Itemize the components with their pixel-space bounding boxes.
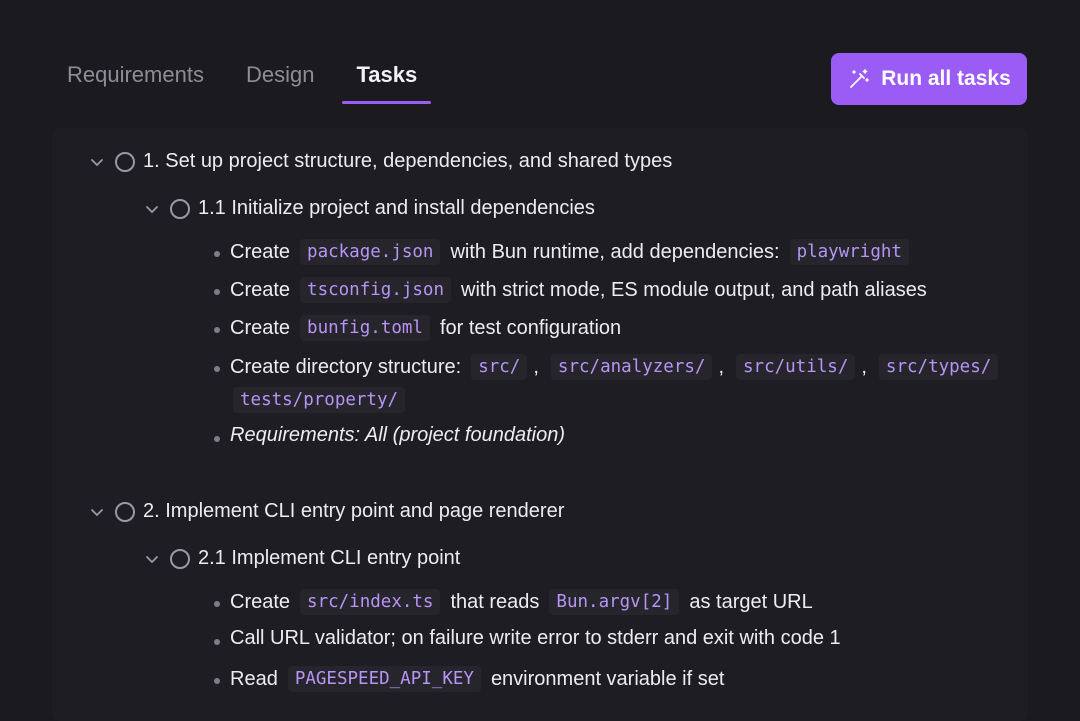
item-text: for test configuration bbox=[439, 316, 622, 339]
subtask-1-1-label: 1.1 Initialize project and install depen… bbox=[198, 197, 595, 219]
bullet-icon bbox=[214, 436, 220, 442]
bullet-icon bbox=[214, 251, 220, 257]
item-text: as target URL bbox=[689, 590, 813, 613]
tab-tasks[interactable]: Tasks bbox=[342, 62, 431, 104]
inline-code: src/utils/ bbox=[736, 354, 856, 380]
tab-requirements[interactable]: Requirements bbox=[67, 62, 204, 104]
tab-design[interactable]: Design bbox=[246, 62, 314, 104]
item-text: Create bbox=[230, 278, 291, 301]
item-text: Call URL validator; on failure write err… bbox=[230, 627, 841, 649]
item-text: with strict mode, ES module output, and … bbox=[461, 278, 927, 301]
chevron-down-icon[interactable] bbox=[144, 201, 160, 217]
item-text: Create bbox=[230, 240, 291, 263]
item-text: that reads bbox=[450, 590, 540, 613]
list-item: Create directory structure: src/ , src/a… bbox=[230, 354, 1004, 380]
inline-code: package.json bbox=[300, 239, 441, 265]
task-2-row: 2. Implement CLI entry point and page re… bbox=[89, 500, 564, 523]
task-2-label: 2. Implement CLI entry point and page re… bbox=[143, 500, 565, 522]
task-status-circle-icon[interactable] bbox=[115, 501, 135, 522]
inline-code: src/analyzers/ bbox=[550, 354, 713, 380]
subtask-2-1-label: 2.1 Implement CLI entry point bbox=[198, 547, 461, 569]
task-1-label: 1. Set up project structure, dependencie… bbox=[143, 150, 673, 172]
bullet-icon bbox=[214, 601, 220, 607]
list-item: Read PAGESPEED_API_KEY environment varia… bbox=[230, 666, 724, 692]
bullet-icon bbox=[214, 366, 220, 372]
task-1-row: 1. Set up project structure, dependencie… bbox=[89, 150, 672, 173]
inline-code: playwright bbox=[789, 239, 909, 265]
task-status-circle-icon[interactable] bbox=[115, 151, 135, 172]
task-status-circle-icon[interactable] bbox=[170, 548, 190, 569]
item-text: Create bbox=[230, 316, 291, 339]
inline-code: src/types/ bbox=[878, 354, 999, 380]
item-text: environment variable if set bbox=[490, 667, 725, 690]
bullet-icon bbox=[214, 327, 220, 333]
inline-code: Bun.argv[2] bbox=[549, 589, 680, 615]
bullet-icon bbox=[214, 289, 220, 295]
inline-code: tests/property/ bbox=[233, 387, 406, 413]
list-item: Create package.json with Bun runtime, ad… bbox=[230, 239, 915, 265]
list-item: Call URL validator; on failure write err… bbox=[230, 627, 841, 650]
bullet-icon bbox=[214, 678, 220, 684]
bullet-icon bbox=[214, 639, 220, 645]
list-item: Requirements: All (project foundation) bbox=[230, 424, 565, 447]
requirements-note: Requirements: All (project foundation) bbox=[230, 424, 565, 446]
task-status-circle-icon[interactable] bbox=[170, 198, 190, 219]
inline-code: src/ bbox=[471, 354, 528, 380]
inline-code: PAGESPEED_API_KEY bbox=[287, 666, 481, 692]
spec-tabs: Requirements Design Tasks bbox=[67, 62, 459, 104]
inline-code: tsconfig.json bbox=[300, 277, 451, 303]
item-separator: , bbox=[718, 355, 724, 378]
list-item: Create bunfig.toml for test configuratio… bbox=[230, 315, 621, 341]
inline-code: src/index.ts bbox=[300, 589, 441, 615]
item-text: Create directory structure: bbox=[230, 355, 462, 378]
chevron-down-icon[interactable] bbox=[89, 504, 105, 520]
chevron-down-icon[interactable] bbox=[144, 551, 160, 567]
item-separator: , bbox=[861, 355, 867, 378]
inline-code: bunfig.toml bbox=[300, 315, 430, 341]
item-text: Create bbox=[230, 590, 291, 613]
run-all-tasks-label: Run all tasks bbox=[881, 67, 1011, 90]
subtask-2-1-row: 2.1 Implement CLI entry point bbox=[144, 547, 460, 570]
subtask-1-1-row: 1.1 Initialize project and install depen… bbox=[144, 197, 595, 220]
list-item: Create tsconfig.json with strict mode, E… bbox=[230, 277, 927, 303]
item-separator: , bbox=[533, 355, 539, 378]
magic-wand-icon bbox=[850, 69, 870, 88]
list-item-continuation: tests/property/ bbox=[227, 387, 411, 413]
item-text: Read bbox=[230, 667, 278, 690]
spec-page: Requirements Design Tasks Run all tasks … bbox=[0, 0, 1080, 721]
run-all-tasks-button[interactable]: Run all tasks bbox=[831, 53, 1027, 105]
list-item: Create src/index.ts that reads Bun.argv[… bbox=[230, 589, 813, 615]
chevron-down-icon[interactable] bbox=[89, 154, 105, 170]
item-text: with Bun runtime, add dependencies: bbox=[450, 240, 780, 263]
